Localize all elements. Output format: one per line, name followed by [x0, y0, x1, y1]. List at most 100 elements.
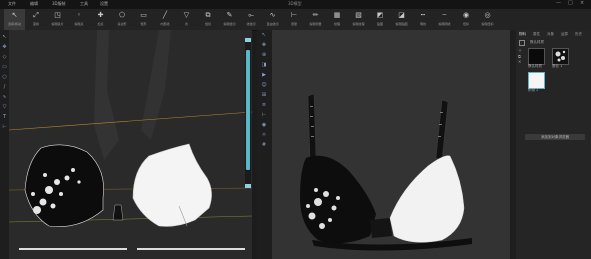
measure-icon[interactable]: ⊢ [260, 112, 268, 119]
tab-properties[interactable]: 属性 [533, 32, 540, 37]
tool-edit-topstitch[interactable]: ┄ 编辑明线 [434, 9, 455, 30]
vertical-scrollbar[interactable] [245, 38, 251, 188]
pattern-window-2d[interactable] [9, 30, 252, 259]
tool-edit-graphic[interactable]: ◪ 编辑贴图 [391, 9, 412, 30]
tool-rectangle[interactable]: ▭ 矩形 [133, 9, 154, 30]
fabric-swatch-lace[interactable] [552, 48, 569, 65]
expand-icon[interactable] [519, 40, 525, 46]
tool-edit-sewing[interactable]: ✎ 编辑缝纫 [219, 9, 240, 30]
viewport-3d[interactable] [272, 30, 510, 259]
delete-icon[interactable]: ✕ [518, 59, 524, 64]
camera-icon[interactable]: ◉ [260, 122, 268, 129]
cursor-icon: ↖ [11, 11, 18, 19]
text-icon[interactable]: T [1, 114, 8, 121]
tab-objects[interactable]: 对象 [547, 32, 554, 37]
fabric-label-default: 默认材质 [528, 64, 542, 68]
move-icon[interactable]: ✥ [1, 44, 8, 51]
grid-icon[interactable]: # [260, 142, 268, 149]
tool-button[interactable]: ◉ 纽扣 [456, 9, 477, 30]
tool-edit-point[interactable]: ◦ 编辑点 [69, 9, 90, 30]
3d-tool-strip: ↖ ✥ ⊕ ◨ ▶ ☺ ⊞ ≡ ⊢ ◉ ☼ # [257, 30, 272, 259]
strap-text [310, 106, 443, 137]
edit-measure-icon: ✏ [312, 11, 319, 19]
tool-polygon[interactable]: ⬠ 多边形 [112, 9, 133, 30]
menu-file[interactable]: 文件 [8, 1, 16, 7]
circle-icon[interactable]: ○ [1, 74, 8, 81]
ruler-icon[interactable]: ⊢ [1, 124, 8, 131]
tool-label: 编辑纽扣 [481, 22, 494, 26]
inner-line-icon: ╱ [162, 11, 168, 19]
menu-3d-garment[interactable]: 3D服装 [52, 1, 66, 7]
strap-pattern[interactable] [137, 248, 245, 250]
maximize-button[interactable]: □ [568, 0, 573, 6]
tab-compute[interactable]: 运算 [561, 32, 568, 37]
lace-cup-pattern[interactable] [24, 144, 104, 227]
tool-dart[interactable]: ▽ 省 [176, 9, 197, 30]
tool-edit-pattern[interactable]: ◳ 编辑版片 [47, 9, 68, 30]
simulate-icon[interactable]: ▶ [260, 72, 268, 79]
edit-pattern-icon: ◳ [54, 11, 61, 19]
tool-edit-measure[interactable]: ✏ 编辑测量 [305, 9, 326, 30]
fabric-swatch-default[interactable] [528, 48, 545, 65]
polygon-icon[interactable]: ◇ [1, 54, 8, 61]
tool-transform[interactable]: ⤢ 变换 [26, 9, 47, 30]
light-icon[interactable]: ☼ [260, 132, 268, 139]
sew-icon: ⧉ [205, 11, 211, 19]
tool-add-point[interactable]: ✚ 加点 [90, 9, 111, 30]
tool-segment-sew[interactable]: ⟜ 线缝纫 [241, 9, 262, 30]
tape-icon[interactable]: ≡ [260, 102, 268, 109]
avatar-silhouette [94, 30, 119, 160]
add-to-object-browser-button[interactable]: 添加到对象浏览器 [525, 134, 585, 140]
scroll-thumb[interactable] [246, 50, 250, 170]
fold-icon[interactable]: ◨ [260, 62, 268, 69]
tool-cursor[interactable]: ↖ 选择/移动 [4, 9, 25, 30]
close-button[interactable]: × [580, 0, 584, 6]
tab-fabric[interactable]: 物料 [519, 32, 526, 37]
free-sew-icon: ∿ [269, 11, 276, 19]
menu-edit[interactable]: 编辑 [30, 1, 38, 7]
tool-measure[interactable]: ⊢ 测量 [284, 9, 305, 30]
right-strap-3d[interactable] [435, 99, 449, 161]
curve-icon[interactable]: ∿ [1, 94, 8, 101]
tab-history[interactable]: 历史 [575, 32, 582, 37]
tool-topstitch[interactable]: ┅ 明线 [413, 9, 434, 30]
fabric-label-white: 织物 2 [528, 88, 539, 92]
tool-sew[interactable]: ⧉ 缝纫 [198, 9, 219, 30]
minimize-button[interactable]: — [556, 0, 561, 6]
tool-graphic[interactable]: ◩ 贴图 [370, 9, 391, 30]
rectangle-icon[interactable]: ▭ [1, 64, 8, 71]
tool-texture[interactable]: ▦ 纹理 [327, 9, 348, 30]
button-icon: ◉ [462, 11, 470, 19]
fabric-side-icons: ＋ ⧉ ✕ [518, 48, 524, 78]
arrangement-icon[interactable]: ⊞ [260, 92, 268, 99]
strap-pattern[interactable] [19, 248, 127, 250]
edit-graphic-icon: ◪ [398, 11, 405, 19]
edit-sewing-icon: ✎ [226, 11, 233, 19]
center-gore-3d[interactable] [370, 218, 392, 238]
white-cup-pattern[interactable] [132, 143, 212, 227]
center-gore-pattern[interactable] [112, 204, 124, 221]
transform-icon: ⤢ [33, 11, 39, 19]
tool-free-sew[interactable]: ∿ 自由缝纫 [262, 9, 283, 30]
avatar-silhouette [141, 30, 171, 140]
line-icon[interactable]: / [1, 84, 8, 91]
select-mesh-icon[interactable]: ↖ [260, 32, 268, 39]
dart-icon[interactable]: ▽ [1, 104, 8, 111]
tool-inner-line[interactable]: ╱ 内部线 [155, 9, 176, 30]
menu-tools[interactable]: 工具 [80, 1, 88, 7]
garment-3d-canvas [300, 93, 472, 251]
select-icon[interactable]: ↖ [1, 34, 8, 41]
title-bar: 文件 编辑 3D服装 工具 设置 3D模型 — □ × [0, 0, 591, 9]
tool-edit-button[interactable]: ◎ 编辑纽扣 [477, 9, 498, 30]
move-3d-icon[interactable]: ✥ [260, 42, 268, 49]
tool-edit-texture[interactable]: ▧ 编辑纹理 [348, 9, 369, 30]
fabric-swatch-white[interactable] [528, 72, 545, 89]
avatar-icon[interactable]: ☺ [260, 82, 268, 89]
object-browser-panel: 物料 属性 对象 运算 历史 默认材质 ＋ ⧉ ✕ 默认材质 蕾丝 1 织物 2… [516, 30, 591, 259]
edit-point-icon: ◦ [76, 11, 82, 19]
left-tool-strip: ↖ ✥ ◇ ▭ ○ / ∿ ▽ T ⊢ [0, 30, 9, 259]
menu-settings[interactable]: 设置 [100, 1, 108, 7]
edit-texture-icon: ▧ [355, 11, 362, 19]
pin-icon[interactable]: ⊕ [260, 52, 268, 59]
white-cup-3d[interactable] [389, 155, 465, 243]
